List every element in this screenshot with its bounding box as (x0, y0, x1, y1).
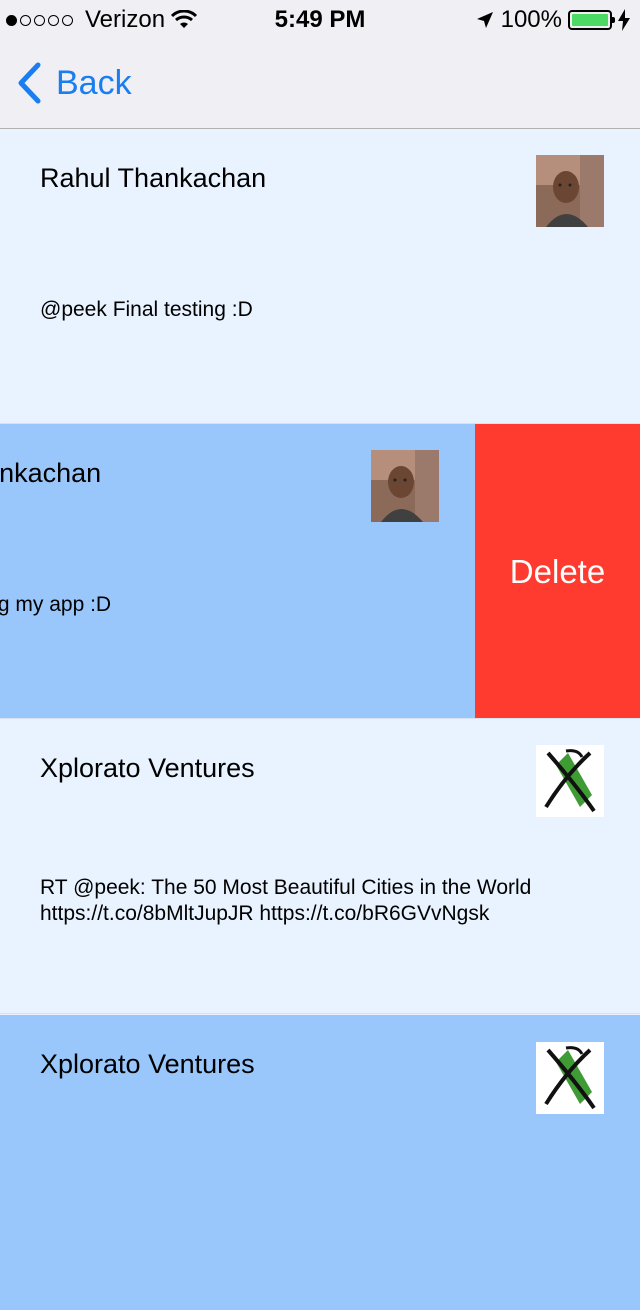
chevron-left-icon (18, 62, 41, 104)
tweet-row[interactable]: Xplorato Ventures RT @peek: The 50 Most … (0, 719, 640, 1014)
battery-icon (568, 10, 615, 30)
status-right: 100% (475, 6, 630, 34)
avatar (536, 155, 604, 227)
location-arrow-icon (476, 12, 493, 28)
tweet-row[interactable]: Rahul Thankachan @peek Final testing :D (0, 129, 640, 424)
tweet-author: Xplorato Ventures (40, 753, 255, 783)
navigation-bar: Back (0, 40, 640, 129)
tweet-row-content: Rahul Thankachan @peek testing my app :D (0, 424, 475, 718)
tweet-text: @peek Final testing :D (40, 298, 253, 321)
tweet-text: RT @peek: The 50 Most Beautiful Cities i… (40, 876, 532, 925)
back-label: Back (56, 63, 132, 102)
delete-button[interactable]: Delete (475, 424, 640, 718)
back-button[interactable]: Back (16, 62, 132, 104)
xplorato-logo-icon (536, 1042, 604, 1114)
tweet-text: @peek testing my app :D (0, 593, 112, 616)
avatar (371, 450, 439, 522)
tweet-row-swiped[interactable]: Rahul Thankachan @peek testing my app :D… (0, 424, 640, 719)
tweet-author: Rahul Thankachan (0, 458, 102, 488)
status-bar: Verizon 5:49 PM 100% (0, 0, 640, 40)
tweet-author: Rahul Thankachan (40, 163, 267, 193)
xplorato-logo-icon (536, 745, 604, 817)
charging-bolt-icon (618, 9, 630, 31)
tweet-author: Xplorato Ventures (40, 1049, 255, 1079)
tweet-row[interactable]: Xplorato Ventures (0, 1015, 640, 1310)
battery-percent: 100% (500, 6, 562, 33)
